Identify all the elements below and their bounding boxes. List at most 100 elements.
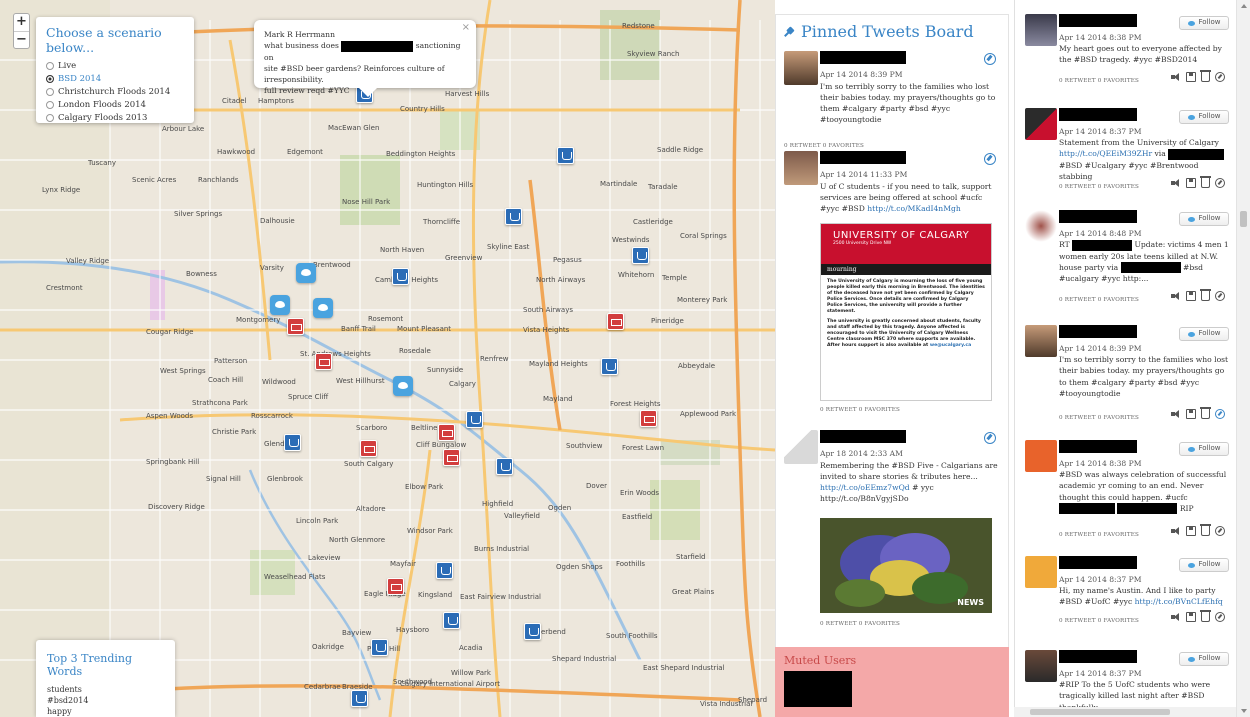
alert-marker[interactable]: [443, 449, 460, 466]
tweet-cluster-marker[interactable]: [505, 208, 522, 225]
follow-button[interactable]: Follow: [1179, 327, 1229, 341]
radio-button[interactable]: [46, 74, 54, 83]
trash-icon[interactable]: [1200, 176, 1211, 188]
map-place-label: Patterson: [214, 357, 248, 365]
scenario-option[interactable]: Calgary Floods 2013: [46, 111, 184, 124]
vertical-scrollbar[interactable]: [1236, 0, 1250, 717]
pin-icon[interactable]: [1215, 409, 1225, 419]
tweet-cluster-marker[interactable]: [466, 411, 483, 428]
radio-button[interactable]: [46, 87, 54, 96]
redacted-username: [820, 51, 906, 64]
tweet-image[interactable]: NEWS: [820, 518, 992, 613]
tweet-text: Hi, my name's Austin. And I like to part…: [1059, 586, 1223, 607]
unpin-icon[interactable]: [984, 53, 996, 65]
tweet-cluster-marker[interactable]: [601, 358, 618, 375]
scroll-up-icon[interactable]: [1241, 4, 1247, 8]
tweet-cluster-marker[interactable]: [443, 612, 460, 629]
twitter-marker[interactable]: [313, 298, 333, 318]
mute-icon[interactable]: [1171, 72, 1181, 82]
tweet-cluster-marker[interactable]: [524, 623, 541, 640]
redacted-muted-user[interactable]: [784, 671, 852, 707]
map[interactable]: Redstone Skyview Ranch Harvest Hills Countr…: [0, 0, 775, 717]
alert-marker[interactable]: [315, 353, 332, 370]
follow-button[interactable]: Follow: [1179, 652, 1229, 666]
scenario-option[interactable]: Christchurch Floods 2014: [46, 85, 184, 98]
map-place-label: Mayland: [543, 395, 573, 403]
save-icon[interactable]: [1186, 72, 1196, 82]
map-place-label: Mayfair: [390, 560, 417, 568]
stream-tweet: Follow Apr 14 2014 8:38 PM #BSD was alwa…: [1025, 440, 1231, 540]
tweet-cluster-marker[interactable]: [557, 147, 574, 164]
tweet-link[interactable]: http://t.co/MKadI4nMgh: [867, 204, 960, 213]
mute-icon[interactable]: [1171, 178, 1181, 188]
trash-icon[interactable]: [1200, 610, 1211, 622]
tweet-cluster-marker[interactable]: [284, 434, 301, 451]
scroll-down-icon[interactable]: [1241, 709, 1247, 713]
zoom-out-button[interactable]: −: [14, 31, 29, 48]
scenario-option-label: BSD 2014: [58, 73, 102, 84]
tweet-link[interactable]: http://t.co/B8nVgyjSDo: [820, 494, 909, 503]
pin-icon[interactable]: [1215, 526, 1225, 536]
horizontal-scrollbar[interactable]: [1014, 707, 1236, 717]
radio-button[interactable]: [46, 61, 54, 70]
pin-icon[interactable]: [1215, 72, 1225, 82]
tweet-cluster-marker[interactable]: [436, 562, 453, 579]
follow-button[interactable]: Follow: [1179, 212, 1229, 226]
twitter-marker[interactable]: [296, 263, 316, 283]
popup-close-button[interactable]: ×: [462, 22, 470, 33]
twitter-marker[interactable]: [393, 376, 413, 396]
scenario-option[interactable]: Live: [46, 59, 184, 72]
alert-marker[interactable]: [438, 424, 455, 441]
scenario-option-label: Live: [58, 60, 77, 71]
tweet-text: U of C students - if you need to talk, s…: [820, 182, 992, 213]
alert-marker[interactable]: [287, 318, 304, 335]
tweet-link[interactable]: http://t.co/oEEmz7wQd: [820, 483, 910, 492]
alert-marker[interactable]: [387, 578, 404, 595]
tweet-cluster-marker[interactable]: [392, 268, 409, 285]
radio-button[interactable]: [46, 100, 54, 109]
radio-button[interactable]: [46, 113, 54, 122]
save-icon[interactable]: [1186, 291, 1196, 301]
zoom-in-button[interactable]: +: [14, 14, 29, 31]
tweet-date: Apr 14 2014 8:38 PM: [1059, 33, 1142, 42]
pin-icon[interactable]: [1215, 291, 1225, 301]
alert-marker[interactable]: [607, 313, 624, 330]
tweet-image[interactable]: UNIVERSITY OF CALGARY 2500 University Dr…: [820, 223, 992, 401]
tweet-cluster-marker[interactable]: [632, 247, 649, 264]
mute-icon[interactable]: [1171, 612, 1181, 622]
trash-icon[interactable]: [1200, 407, 1211, 419]
scenario-option[interactable]: London Floods 2014: [46, 98, 184, 111]
mute-icon[interactable]: [1171, 526, 1181, 536]
follow-button[interactable]: Follow: [1179, 442, 1229, 456]
save-icon[interactable]: [1186, 409, 1196, 419]
map-place-label: Hamptons: [258, 97, 294, 105]
trash-icon[interactable]: [1200, 289, 1211, 301]
redacted-username: [820, 151, 906, 164]
save-icon[interactable]: [1186, 612, 1196, 622]
trash-icon[interactable]: [1200, 70, 1211, 82]
tweet-cluster-marker[interactable]: [496, 458, 513, 475]
mute-icon[interactable]: [1171, 291, 1181, 301]
follow-button[interactable]: Follow: [1179, 16, 1229, 30]
follow-button[interactable]: Follow: [1179, 558, 1229, 572]
mute-icon[interactable]: [1171, 409, 1181, 419]
follow-button[interactable]: Follow: [1179, 110, 1229, 124]
alert-marker[interactable]: [640, 410, 657, 427]
alert-marker[interactable]: [360, 440, 377, 457]
unpin-icon[interactable]: [984, 432, 996, 444]
tweet-cluster-marker[interactable]: [351, 690, 368, 707]
save-icon[interactable]: [1186, 526, 1196, 536]
twitter-marker[interactable]: [270, 295, 290, 315]
tweet-link[interactable]: http://t.co/BVnCLfEhfq: [1135, 597, 1223, 606]
scroll-thumb[interactable]: [1030, 709, 1170, 715]
tweet-link[interactable]: http://t.co/QEEiM39ZHr: [1059, 149, 1152, 158]
trash-icon[interactable]: [1200, 524, 1211, 536]
pin-icon[interactable]: [1215, 612, 1225, 622]
unpin-icon[interactable]: [984, 153, 996, 165]
save-icon[interactable]: [1186, 178, 1196, 188]
scroll-thumb[interactable]: [1240, 211, 1247, 227]
mourning-banner: mourning: [821, 264, 991, 275]
pin-icon[interactable]: [1215, 178, 1225, 188]
scenario-option[interactable]: BSD 2014: [46, 72, 184, 85]
tweet-cluster-marker[interactable]: [371, 639, 388, 656]
